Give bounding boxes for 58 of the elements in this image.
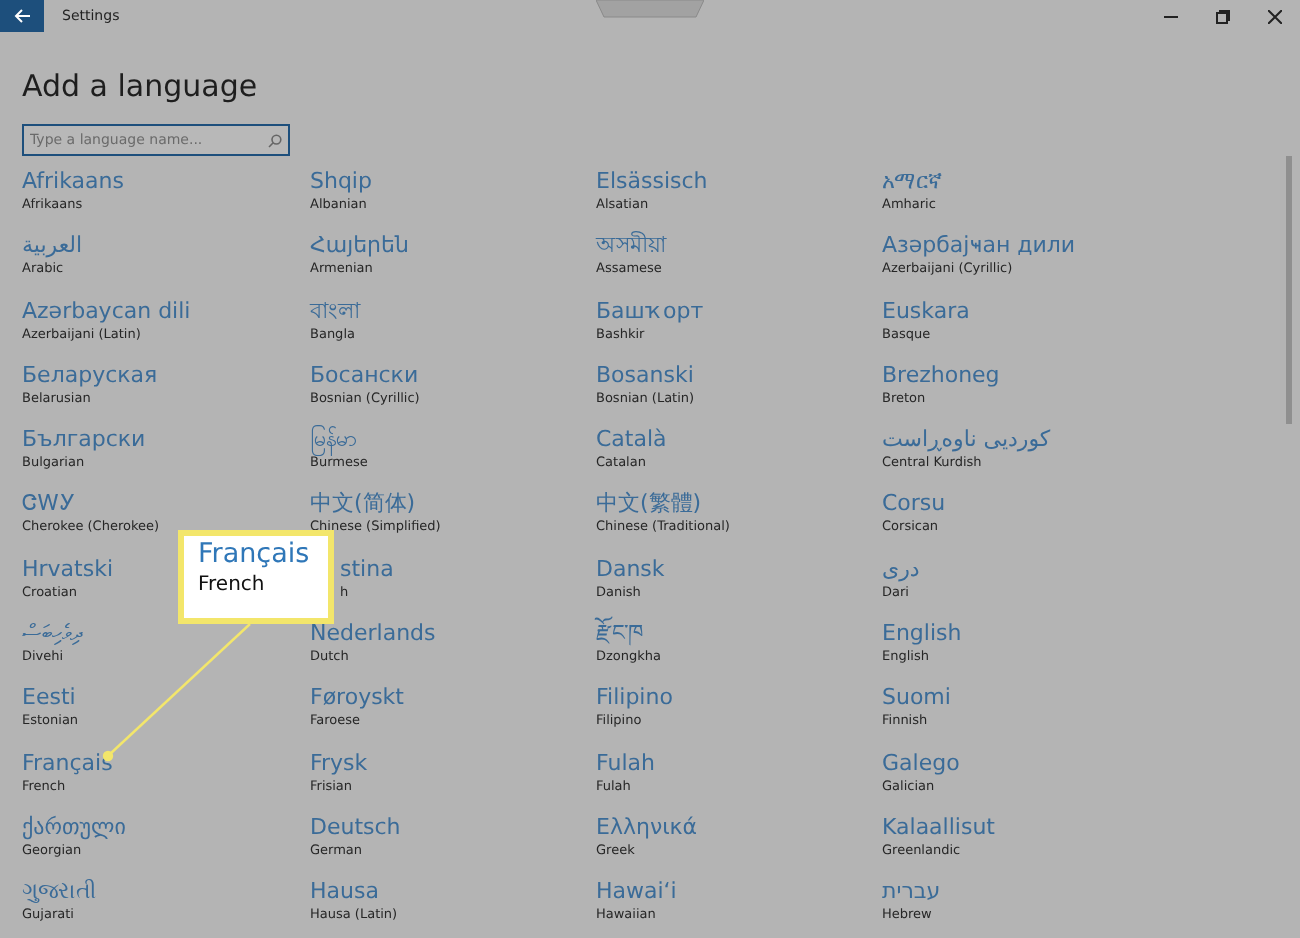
language-name[interactable]: Deutsch (310, 813, 401, 842)
language-name[interactable]: Català (596, 426, 667, 455)
language-name[interactable]: Հայերեն (310, 232, 409, 261)
language-name[interactable]: Dansk (596, 555, 665, 584)
language-name[interactable]: Galego (882, 749, 960, 778)
language-name[interactable]: ქართული (22, 813, 126, 842)
language-name[interactable]: Eesti (22, 684, 76, 713)
language-name[interactable]: Føroyskt (310, 684, 404, 713)
language-name[interactable]: Hrvatski (22, 555, 114, 584)
notch-shape (596, 0, 704, 18)
language-name[interactable]: English (882, 620, 962, 649)
language-name[interactable]: Brezhoneg (882, 361, 1000, 390)
callout-language-name: Français (198, 538, 312, 572)
language-name[interactable]: Euskara (882, 297, 970, 326)
language-name[interactable]: Shqip (310, 168, 372, 196)
scrollbar-thumb[interactable] (1286, 156, 1292, 424)
language-name[interactable]: Afrikaans (22, 168, 124, 196)
language-name[interactable]: Босански (310, 361, 419, 390)
language-name[interactable]: 中文(简体) (310, 490, 416, 519)
language-name[interactable]: ᏣᎳᎩ (22, 490, 76, 519)
language-name[interactable]: Kalaallisut (882, 813, 995, 842)
language-name[interactable]: עברית (882, 878, 941, 907)
language-name[interactable]: Беларуская (22, 361, 158, 390)
language-name[interactable]: Hausa (310, 878, 379, 907)
language-name[interactable]: Français (22, 749, 113, 778)
language-name[interactable]: বাংলা (310, 297, 360, 326)
language-name[interactable]: العربية (22, 232, 83, 261)
language-name[interactable]: Filipino (596, 684, 673, 713)
back-arrow-icon (13, 8, 31, 24)
close-icon (1267, 9, 1281, 23)
language-name[interactable]: አማርኛ (882, 168, 942, 196)
language-name[interactable]: Azərbaycan dili (22, 297, 191, 326)
language-name[interactable]: မြန်မာ (310, 426, 356, 455)
restore-icon (1215, 9, 1229, 23)
language-name[interactable]: ગુજરાતી (22, 878, 96, 907)
language-name[interactable]: Ελληνικά (596, 813, 698, 842)
language-name[interactable]: Fulah (596, 749, 655, 778)
language-name[interactable]: অসমীয়া (596, 232, 666, 261)
language-name[interactable]: Азәрбајҹан дили (882, 232, 1076, 261)
language-name[interactable]: Elsässisch (596, 168, 708, 196)
search-icon (268, 133, 282, 147)
language-name[interactable]: 中文(繁體) (596, 490, 702, 519)
page-heading: Add a language (22, 68, 260, 104)
callout-english-name: French (198, 572, 267, 600)
back-button[interactable] (0, 0, 44, 32)
language-name[interactable]: Български (22, 426, 146, 455)
language-name[interactable]: stina (340, 555, 394, 584)
language-name[interactable]: Frysk (310, 749, 368, 778)
language-name[interactable]: کوردیی ناوەڕاست (882, 426, 1051, 455)
language-name[interactable]: Corsu (882, 490, 946, 519)
language-name[interactable]: Bosanski (596, 361, 694, 390)
language-name[interactable]: Башҡорт (596, 297, 704, 326)
language-name[interactable]: Suomi (882, 684, 951, 713)
language-name[interactable]: རྫོང་ཁ (596, 620, 644, 649)
language-name[interactable]: Nederlands (310, 620, 436, 649)
language-name[interactable]: Hawaiʻi (596, 878, 677, 907)
language-name[interactable]: دری (882, 555, 920, 584)
language-name[interactable]: ދިވެހިބަސް (22, 620, 82, 649)
